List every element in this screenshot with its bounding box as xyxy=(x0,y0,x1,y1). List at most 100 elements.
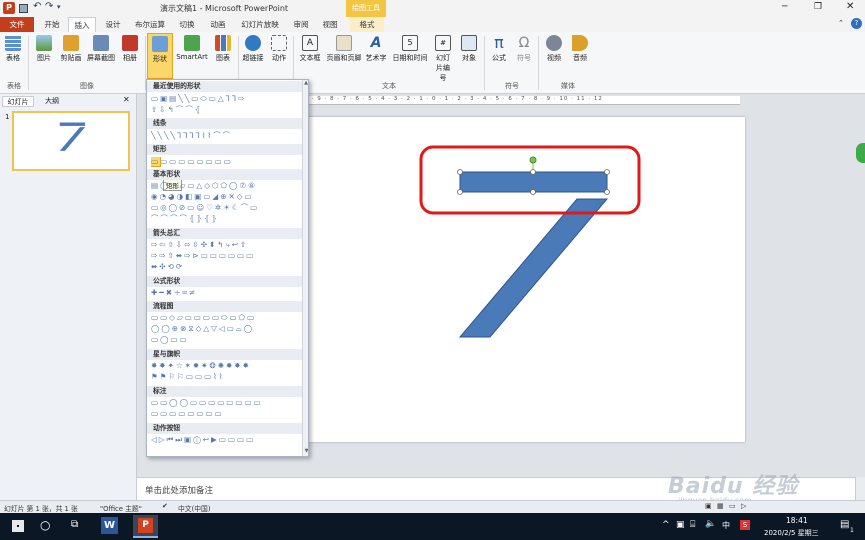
flowchart-row-2[interactable]: ◯◯⊕⊗⧖◇△▽◁▭⌓◯ xyxy=(151,324,301,334)
shapes-button[interactable]: 形状 xyxy=(147,33,173,79)
audio-button[interactable]: 音频 xyxy=(568,35,592,63)
save-icon[interactable] xyxy=(19,4,28,13)
clock-time[interactable]: 18:41 xyxy=(786,516,808,525)
equation-shapes-row[interactable]: ✚━✖÷═≠ xyxy=(151,288,301,298)
tab-slides[interactable]: 幻灯片 xyxy=(2,96,34,107)
recent-shapes-row-2[interactable]: ⇧⇩↰⌒⌒⦃ xyxy=(151,105,301,115)
redo-icon[interactable]: ↷ xyxy=(45,1,53,12)
tray-up-arrow-icon[interactable]: ^ xyxy=(662,520,670,530)
basic-shapes-row-2[interactable]: ◉◔◕◑◧▣▭◢⊕✕◇▭ xyxy=(151,192,301,202)
clock-date[interactable]: 2020/2/5 星期三 xyxy=(764,528,819,538)
action-buttons-row[interactable]: ◁▷⏮⏭▣ⓘ↩▶▭▭▭▭ xyxy=(151,435,301,445)
callouts-row-1[interactable]: ▭▭◯◯▭▭▭▭▭▭▭▭ xyxy=(151,398,301,408)
chart-button[interactable]: 图表 xyxy=(212,35,234,63)
clipart-button[interactable]: 剪贴画 xyxy=(58,35,84,63)
tab-insert[interactable]: 插入 xyxy=(68,17,96,32)
textbox-button[interactable]: A 文本框 xyxy=(296,35,324,63)
picture-button[interactable]: 图片 xyxy=(32,35,56,63)
rectangles-row[interactable]: ▭▭▭▭▭▭▭▭▭ xyxy=(151,157,301,167)
basic-shapes-row-3[interactable]: ▭◎◯⊘▭☺♡✲☀☾⌒▭ xyxy=(151,203,301,213)
tab-transitions[interactable]: 切换 xyxy=(173,17,201,32)
tray-icon-1[interactable]: ▣ xyxy=(676,520,685,530)
seven-diagonal-shape[interactable] xyxy=(458,198,609,338)
group-label-media: 媒体 xyxy=(561,82,575,90)
qat-customize-icon[interactable]: ▾ xyxy=(57,3,61,11)
slide-canvas[interactable] xyxy=(305,117,745,442)
photo-album-button[interactable]: 相册 xyxy=(118,35,142,63)
close-panel-icon[interactable]: ✕ xyxy=(123,95,130,104)
lines-row[interactable]: ╲╲╲╲⅂⅂⅂⅂⌇⌇⌒⌒ xyxy=(151,131,301,141)
undo-icon[interactable]: ↶ xyxy=(33,1,41,12)
header-footer-button[interactable]: 页眉和页脚 xyxy=(326,35,362,63)
table-button[interactable]: 表格 xyxy=(2,35,24,63)
slide-thumbnail[interactable] xyxy=(12,111,130,171)
task-view-icon[interactable]: ⧉ xyxy=(71,519,78,530)
tab-animations[interactable]: 动画 xyxy=(204,17,232,32)
scroll-up-icon[interactable]: ▲ xyxy=(303,80,308,86)
rectangle-shape-option[interactable]: ▭ xyxy=(151,157,162,167)
tab-view[interactable]: 视图 xyxy=(317,17,343,32)
flowchart-row-3[interactable]: ▭◯▭▭ xyxy=(151,335,301,345)
selected-rectangle-shape[interactable] xyxy=(459,171,608,193)
tab-slideshow[interactable]: 幻灯片放映 xyxy=(235,17,285,32)
slide-number-button[interactable]: # 幻灯片编号 xyxy=(430,35,456,83)
search-icon[interactable]: ○ xyxy=(40,518,50,532)
right-scroll-strip[interactable] xyxy=(855,477,865,500)
object-button[interactable]: 对象 xyxy=(458,35,480,63)
side-badge-icon[interactable] xyxy=(856,143,865,163)
start-icon[interactable] xyxy=(12,520,24,532)
notes-placeholder: 单击此处添加备注 xyxy=(145,486,214,496)
view-normal-icon[interactable]: ▣ xyxy=(705,502,712,510)
minimize-button[interactable]: ─ xyxy=(782,2,787,12)
arrows-row-3[interactable]: ⬌✣⟲⟳ xyxy=(151,262,301,272)
volume-icon[interactable]: 🔈 xyxy=(705,519,716,529)
tab-format[interactable]: 格式 xyxy=(350,17,384,32)
category-equation-shapes: 公式形状 xyxy=(147,276,302,287)
equation-button[interactable]: π 公式 xyxy=(488,35,510,63)
notification-icon[interactable]: ▤ xyxy=(840,519,849,530)
header-footer-icon xyxy=(336,35,352,51)
tab-design[interactable]: 设计 xyxy=(99,17,127,32)
screenshot-button[interactable]: 屏幕截图 xyxy=(85,35,117,63)
view-sorter-icon[interactable]: ▦ xyxy=(717,502,724,510)
view-slideshow-icon[interactable]: ▷ xyxy=(741,502,746,510)
tab-home[interactable]: 开始 xyxy=(38,17,66,32)
wordart-button[interactable]: A 艺术字 xyxy=(363,35,389,63)
basic-shapes-row-1[interactable]: ▤◯▭▱▭△◇⬡⬠◯⑦⑧ xyxy=(151,181,301,191)
close-button[interactable]: ✕ xyxy=(846,1,854,12)
arrows-row-1[interactable]: ⇨⇦⇧⇩⬄⇳✣⬍↰⤷↩⇧ xyxy=(151,240,301,250)
rotation-handle[interactable] xyxy=(529,156,537,164)
recent-shapes-row[interactable]: ▭▣▤╲╲▭⬭▭△⅂⅂⇨ xyxy=(151,94,301,104)
scroll-down-icon[interactable]: ▼ xyxy=(303,448,308,454)
symbol-button[interactable]: Ω 符号 xyxy=(513,35,535,63)
smartart-icon xyxy=(184,35,200,51)
maximize-button[interactable]: ❐ xyxy=(814,2,822,12)
network-icon[interactable]: ⌸ xyxy=(690,520,695,530)
date-time-button[interactable]: 5 日期和时间 xyxy=(390,35,430,63)
tab-file[interactable]: 文件 xyxy=(0,17,34,32)
tab-outline[interactable]: 大纲 xyxy=(38,96,66,107)
word-icon[interactable]: W xyxy=(101,517,118,534)
ime-indicator[interactable]: 中 xyxy=(722,520,730,531)
powerpoint-icon[interactable]: P xyxy=(133,515,158,538)
tab-review[interactable]: 审阅 xyxy=(288,17,314,32)
tab-boolean[interactable]: 布尔运算 xyxy=(130,17,170,32)
smartart-button[interactable]: SmartArt xyxy=(174,35,210,61)
language-indicator[interactable]: 中文(中国) xyxy=(178,503,211,513)
spellcheck-icon[interactable]: ✔ xyxy=(162,502,168,510)
arrows-row-2[interactable]: ⇨⇨⇧⬌⇨⊳▭▭▭▭▭▭ xyxy=(151,251,301,261)
help-icon[interactable]: ? xyxy=(851,18,862,29)
minimize-ribbon-icon[interactable]: ⌃ xyxy=(838,19,844,27)
stars-row-2[interactable]: ⚑⚑⚐⚐▭▭▭⌇⌇ xyxy=(151,372,301,382)
gallery-scrollbar[interactable]: ▲ ▼ xyxy=(302,80,308,456)
hyperlink-button[interactable]: 超链接 xyxy=(240,35,266,63)
stars-row-1[interactable]: ✸✸✦☆✶✹✷❂✺✹✸✸ xyxy=(151,361,301,371)
view-reading-icon[interactable]: ▭ xyxy=(729,502,736,510)
basic-shapes-row-4[interactable]: ⌒⌒⌒⌒⦃⦄⦃⦄ xyxy=(151,214,301,224)
flowchart-row-1[interactable]: ▭▭◇▱▭▭▭▭⬭▭⬠▭ xyxy=(151,313,301,323)
callouts-row-2[interactable]: ▭▭▭▭▭▭▭▭ xyxy=(151,409,301,419)
powerpoint-app-icon[interactable]: P xyxy=(3,2,15,14)
video-button[interactable]: 视频 xyxy=(542,35,566,63)
action-button[interactable]: 动作 xyxy=(268,35,290,63)
antivirus-icon[interactable]: S xyxy=(740,520,750,530)
